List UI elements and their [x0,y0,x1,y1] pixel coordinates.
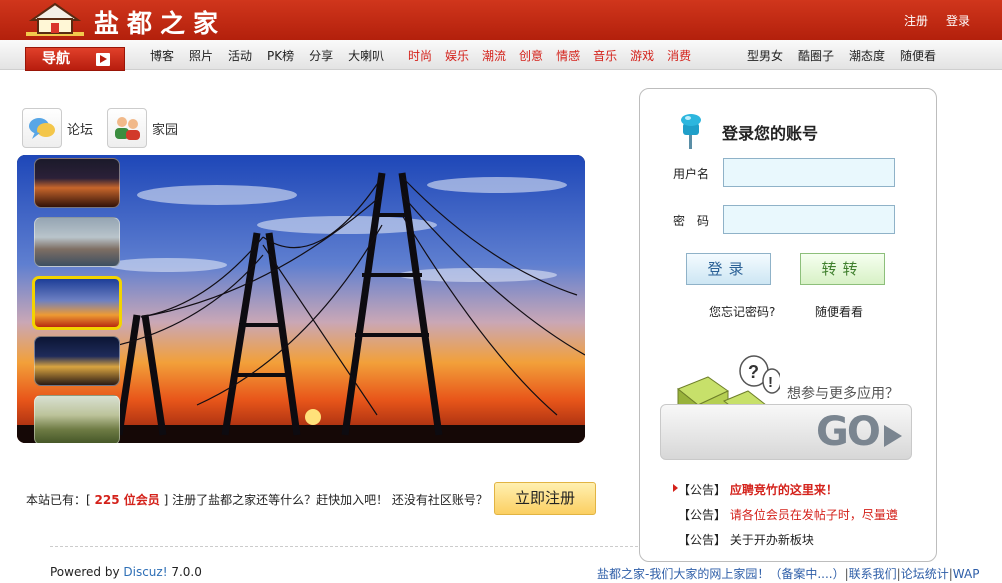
member-count: 225 位会员 [94,493,160,507]
nav-item[interactable]: 音乐 [593,47,617,64]
thumbnail[interactable] [34,336,120,386]
go-label: GO [816,409,881,455]
svg-text:!: ! [768,374,773,391]
notice-item[interactable]: 【公告】 关于开办新板块 [678,531,898,548]
password-field[interactable] [723,205,895,234]
nav-item[interactable]: 活动 [228,47,252,64]
nav-item[interactable]: 情感 [556,47,580,64]
nav-group-channels: 时尚 娱乐 潮流 创意 情感 音乐 游戏 消费 [408,47,704,64]
main-nav: 导航 博客 照片 活动 PK榜 分享 大喇叭 时尚 娱乐 潮流 创意 情感 音乐… [0,40,1002,71]
contact-link[interactable]: 联系我们 [849,567,897,581]
thumbnail[interactable] [34,395,120,443]
house-logo-icon[interactable] [26,2,84,38]
thumbnail[interactable] [34,217,120,267]
svg-text:?: ? [748,362,759,382]
password-label: 密 码 [673,214,710,228]
notice-text: 关于开办新板块 [729,533,814,547]
go-arrow-icon [884,425,902,447]
home-link[interactable]: 家园 [107,108,178,148]
powered-version: 7.0.0 [167,565,202,579]
play-icon [96,53,110,66]
icp-link[interactable]: （备案中....） [769,567,844,581]
home-label: 家园 [152,122,179,138]
nav-group-community: 博客 照片 活动 PK榜 分享 大喇叭 [150,47,399,64]
login-panel: 登录您的账号 用户名 密 码 登录 转转 您忘记密码? 随便看看 ? ! 想参与… [639,88,937,562]
footer-links: 盐都之家-我们大家的网上家园！（备案中....）|联系我们|论坛统计|WAP [597,565,979,582]
notice-list: 【公告】 应聘竞竹的这里来！ 【公告】 请各位会员在发帖子时，尽量遵 【公告】 … [673,481,898,556]
footer-divider [50,546,638,547]
nav-menu-button[interactable]: 导航 [25,47,125,71]
nav-item[interactable]: 潮流 [482,47,506,64]
notice-tag: 【公告】 [678,533,727,547]
browse-link[interactable]: 随便看看 [815,303,863,320]
stats-link[interactable]: 论坛统计 [901,567,949,581]
wap-link[interactable]: WAP [953,567,980,581]
nav-item[interactable]: 酷圈子 [798,47,834,64]
pushpin-icon [681,114,701,149]
notice-tag: 【公告】 [678,483,727,497]
powered-by: Powered by Discuz! 7.0.0 [50,565,202,579]
photo-slideshow[interactable] [17,155,585,443]
nav-item[interactable]: 照片 [189,47,213,64]
nav-item[interactable]: 创意 [519,47,543,64]
users-icon [107,108,148,148]
notice-item[interactable]: 【公告】 应聘竞竹的这里来！ [673,481,898,498]
forgot-password-link[interactable]: 您忘记密码? [709,303,775,320]
site-title[interactable]: 盐都之家 [94,4,226,40]
member-count-suffix: ] 注册了盐都之家还等什么？赶快加入吧！ 还没有社区账号？ [163,493,488,507]
site-header: 盐都之家 注册 登录 [0,0,1002,40]
nav-item[interactable]: 博客 [150,47,174,64]
site-slogan-link[interactable]: 盐都之家-我们大家的网上家园！ [597,567,769,581]
notice-text: 应聘竞竹的这里来！ [729,483,838,497]
nav-group-style: 型男女 酷圈子 潮态度 随便看 [747,47,951,64]
triangle-right-icon [673,484,678,492]
member-count-text: 本站已有：[ 225 位会员 ] 注册了盐都之家还等什么？赶快加入吧！ 还没有社… [26,491,488,508]
notice-text: 请各位会员在发帖子时，尽量遵 [729,508,898,522]
nav-item[interactable]: PK榜 [267,47,294,64]
top-links: 注册 登录 [904,12,970,29]
member-count-prefix: 本站已有：[ [26,493,91,507]
username-label: 用户名 [673,167,710,181]
notice-item[interactable]: 【公告】 请各位会员在发帖子时，尽量遵 [678,506,898,523]
more-apps-text: 想参与更多应用？ [787,386,899,402]
forum-label: 论坛 [67,122,94,138]
thumbnail-active[interactable] [32,276,122,330]
jump-button[interactable]: 转转 [800,253,885,285]
nav-item[interactable]: 潮态度 [849,47,885,64]
nav-item[interactable]: 时尚 [408,47,432,64]
login-title: 登录您的账号 [722,124,819,143]
nav-item[interactable]: 大喇叭 [348,47,384,64]
nav-menu-label: 导航 [42,51,70,67]
quick-links: 论坛 家园 [22,108,192,148]
nav-item[interactable]: 消费 [667,47,691,64]
nav-item[interactable]: 随便看 [900,47,936,64]
register-link[interactable]: 注册 [904,12,928,29]
login-link[interactable]: 登录 [946,12,970,29]
nav-item[interactable]: 型男女 [747,47,783,64]
nav-item[interactable]: 分享 [309,47,333,64]
discuz-link[interactable]: Discuz! [123,565,167,579]
more-apps-banner[interactable]: ? ! 想参与更多应用？ GO [660,351,912,463]
username-field[interactable] [723,158,895,187]
thumbnail[interactable] [34,158,120,208]
forum-link[interactable]: 论坛 [22,108,93,148]
thumbnail-strip [32,158,122,443]
login-button[interactable]: 登录 [686,253,771,285]
notice-tag: 【公告】 [678,508,727,522]
chat-bubbles-icon [22,108,62,148]
nav-item[interactable]: 娱乐 [445,47,469,64]
nav-item[interactable]: 游戏 [630,47,654,64]
powered-prefix: Powered by [50,565,124,579]
register-now-button[interactable]: 立即注册 [494,482,596,515]
